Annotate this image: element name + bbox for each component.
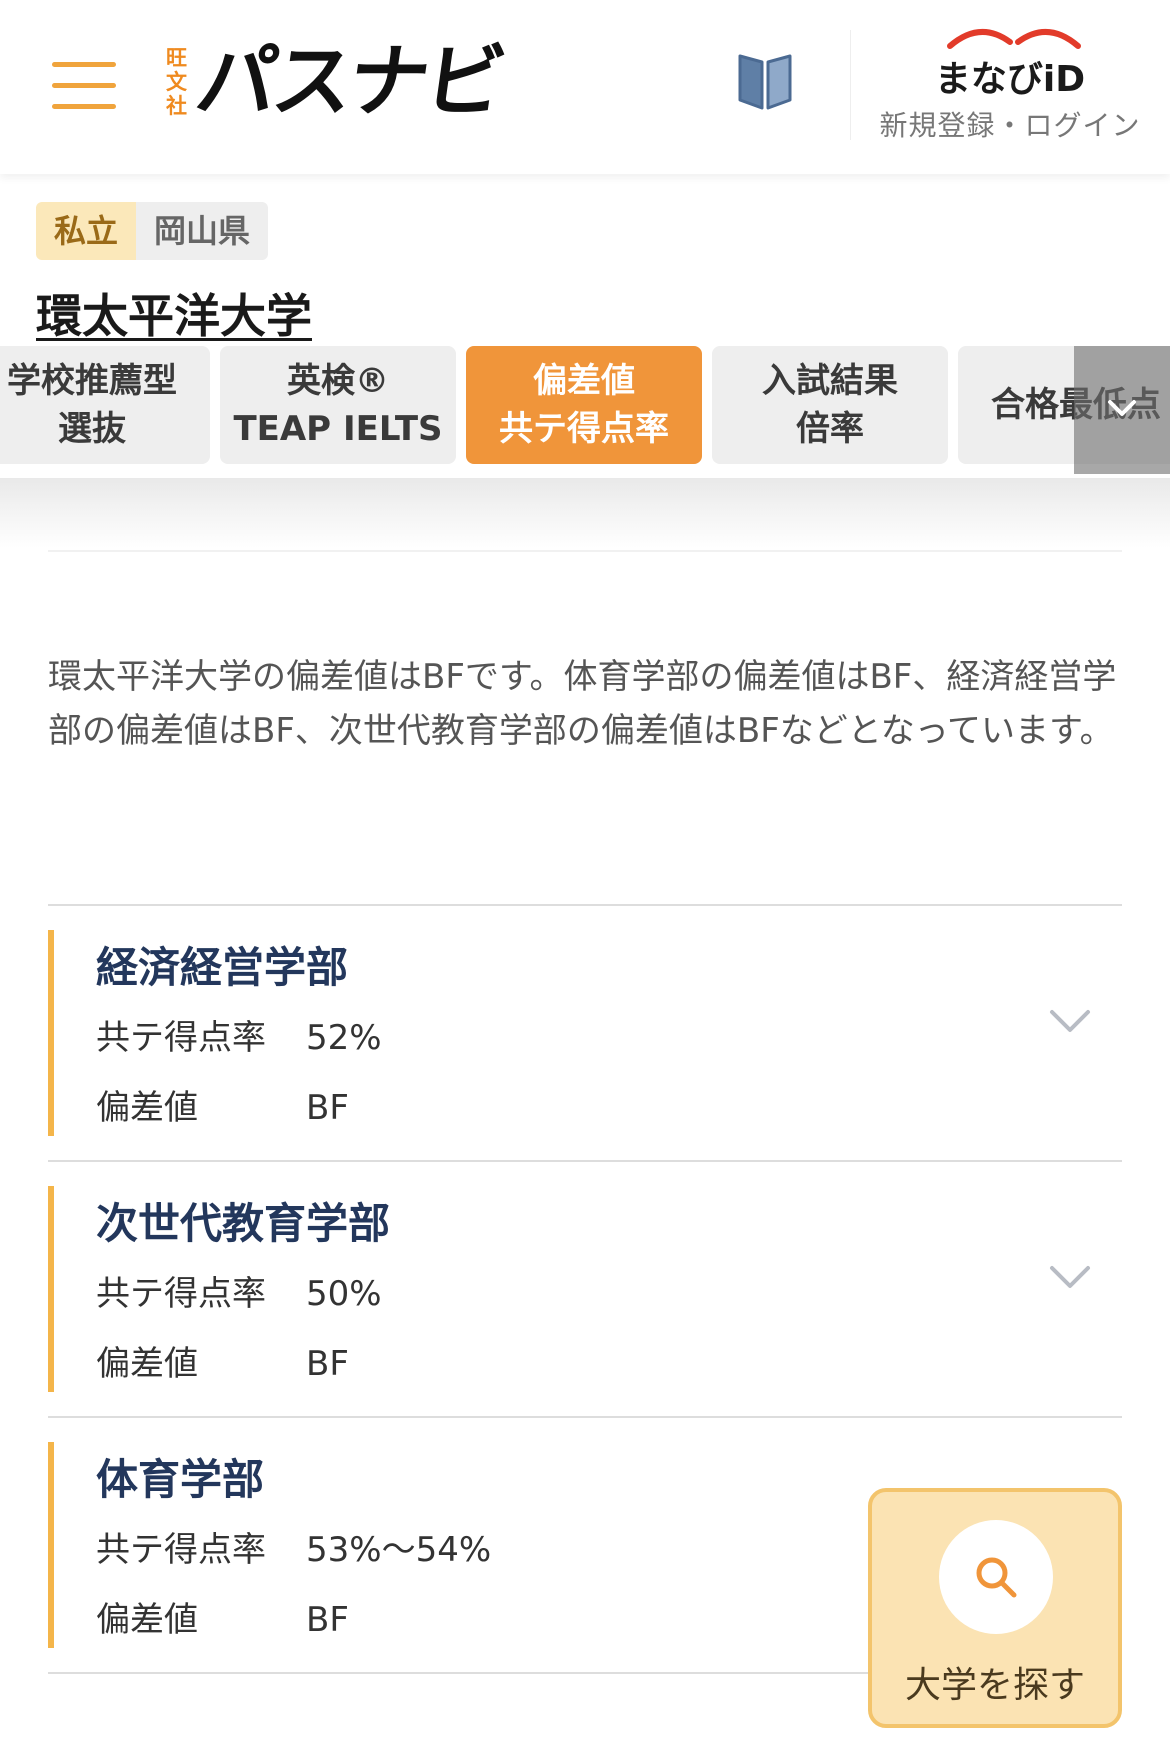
tab-label: 共テ得点率	[499, 409, 669, 449]
tab-deviation-score[interactable]: 偏差値 共テ得点率	[466, 346, 702, 464]
menu-icon[interactable]	[52, 62, 116, 110]
deviation-label: 偏差値	[96, 1344, 198, 1384]
university-name-link[interactable]: 環太平洋大学	[36, 280, 312, 346]
score-rate-value: 50%	[306, 1274, 382, 1314]
accent-bar	[48, 1442, 54, 1648]
deviation-label: 偏差値	[96, 1088, 198, 1128]
manabi-id-title: まなびiD	[934, 59, 1086, 100]
university-tags: 私立 岡山県	[36, 202, 269, 260]
register-login-link[interactable]: 新規登録・ログイン	[860, 104, 1160, 144]
search-icon	[976, 1557, 1017, 1598]
tab-label: 学校推薦型	[7, 361, 177, 401]
score-rate-value: 52%	[306, 1018, 382, 1058]
score-rate-row: 共テ得点率 52%	[96, 1010, 382, 1059]
faculty-card[interactable]: 経済経営学部 共テ得点率 52% 偏差値 BF	[48, 904, 1122, 1160]
tab-exam-results[interactable]: 入試結果 倍率	[712, 346, 948, 464]
tab-label: 選抜	[58, 409, 126, 449]
manabi-id-login[interactable]: まなびiD 新規登録・ログイン	[860, 24, 1160, 150]
bookmark-book-icon[interactable]	[736, 50, 794, 112]
tab-eiken-teap-ielts[interactable]: 英検® TEAP IELTS	[220, 346, 456, 464]
tab-label: 倍率	[796, 409, 864, 449]
score-rate-label: 共テ得点率	[96, 1274, 266, 1314]
deviation-value: BF	[306, 1344, 349, 1384]
site-logo[interactable]: 旺 文 社 パスナビ	[166, 35, 508, 128]
site-header: 旺 文 社 パスナビ まなびiD 新規登録・ログイン	[0, 0, 1170, 174]
score-rate-value: 53%〜54%	[306, 1530, 492, 1570]
score-rate-label: 共テ得点率	[96, 1530, 266, 1570]
score-rate-row: 共テ得点率 53%〜54%	[96, 1522, 491, 1571]
find-university-button[interactable]: 大学を探す	[868, 1488, 1122, 1728]
chevron-down-icon	[1108, 400, 1136, 416]
tab-school-recommendation[interactable]: 学校推薦型 選抜	[0, 346, 210, 464]
manabi-logo-icon	[947, 28, 1081, 49]
score-rate-label: 共テ得点率	[96, 1018, 266, 1058]
chevron-down-icon[interactable]	[1048, 1006, 1092, 1036]
score-rate-row: 共テ得点率 50%	[96, 1266, 382, 1315]
faculty-card[interactable]: 次世代教育学部 共テ得点率 50% 偏差値 BF	[48, 1160, 1122, 1416]
logo-text: パスナビ	[190, 35, 508, 128]
prefecture-badge: 岡山県	[136, 202, 269, 260]
deviation-label: 偏差値	[96, 1600, 198, 1640]
tab-label: 偏差値	[533, 361, 635, 401]
summary-text: 環太平洋大学の偏差値はBFです。体育学部の偏差値はBF、経済経営学部の偏差値はB…	[48, 657, 1117, 751]
deviation-row: 偏差値 BF	[96, 1080, 349, 1129]
faculty-name: 体育学部	[96, 1455, 265, 1504]
accent-bar	[48, 930, 54, 1136]
tab-label: 入試結果	[762, 361, 898, 401]
tabs-expand-button[interactable]	[1074, 346, 1170, 474]
search-icon-circle	[939, 1520, 1053, 1634]
deviation-value: BF	[306, 1600, 349, 1640]
faculty-name: 経済経営学部	[96, 943, 349, 992]
publisher-mark: 旺 文 社	[166, 46, 187, 118]
tab-label: TEAP IELTS	[233, 409, 443, 449]
tab-label: 英検®	[287, 361, 389, 401]
chevron-down-icon[interactable]	[1048, 1262, 1092, 1292]
faculty-name: 次世代教育学部	[96, 1199, 391, 1248]
deviation-row: 偏差値 BF	[96, 1336, 349, 1385]
deviation-value: BF	[306, 1088, 349, 1128]
school-type-badge: 私立	[36, 202, 137, 260]
deviation-row: 偏差値 BF	[96, 1592, 349, 1641]
tabs-shadow	[0, 478, 1170, 548]
category-tabs: 学校推薦型 選抜 英検® TEAP IELTS 偏差値 共テ得点率 入試結果 倍…	[0, 344, 1170, 470]
accent-bar	[48, 1186, 54, 1392]
find-university-label: 大学を探す	[904, 1665, 1085, 1706]
divider	[48, 550, 1122, 552]
header-divider	[850, 30, 851, 140]
